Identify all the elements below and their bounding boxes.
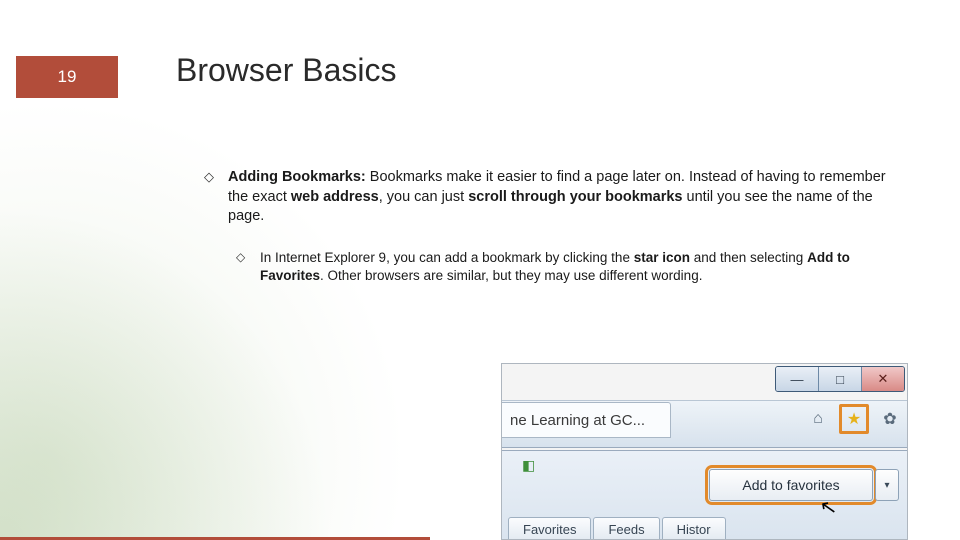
toolbar-icons: ⌂ ★ ✿ [807, 404, 901, 434]
tab-title: ne Learning at GC... [510, 412, 645, 429]
chevron-down-icon: ▾ [884, 480, 889, 491]
favorites-tabstrip: Favorites Feeds Histor [508, 517, 726, 539]
minimize-button[interactable]: — [776, 367, 819, 391]
home-icon[interactable]: ⌂ [807, 408, 829, 430]
close-button[interactable]: ✕ [862, 367, 904, 391]
tab-history[interactable]: Histor [662, 517, 726, 539]
bullet-1-lead: Adding Bookmarks: [228, 169, 366, 185]
pin-icon[interactable]: ◧ [522, 457, 535, 474]
bullet-2-bold-a: star icon [634, 250, 690, 265]
tab-favorites[interactable]: Favorites [508, 517, 591, 539]
tab-feeds[interactable]: Feeds [593, 517, 659, 539]
bullet-1-bold-a: web address [291, 189, 379, 205]
browser-tab[interactable]: ne Learning at GC... [502, 402, 671, 438]
minimize-icon: — [791, 372, 804, 387]
add-to-favorites-button[interactable]: Add to favorites [709, 469, 873, 501]
bullet-level-2: In Internet Explorer 9, you can add a bo… [230, 249, 890, 285]
gear-icon[interactable]: ✿ [879, 408, 901, 430]
add-to-favorites-split[interactable]: ▾ [875, 469, 899, 501]
window-controls: — □ ✕ [775, 366, 905, 392]
favorites-dropdown: ◧ Add to favorites ▾ ↖ Favorites Feeds H… [502, 450, 907, 539]
close-icon: ✕ [878, 371, 889, 387]
bullet-1-text-b: , you can just [379, 189, 468, 205]
page-title: Browser Basics [176, 52, 397, 89]
bullet-2-text-a: In Internet Explorer 9, you can add a bo… [260, 250, 634, 265]
ie9-screenshot: — □ ✕ ne Learning at GC... ⌂ ★ ✿ ◧ Add t… [501, 363, 908, 540]
slide-number: 19 [58, 67, 77, 87]
bullet-1-bold-b: scroll through your bookmarks [468, 189, 682, 205]
body-text: Adding Bookmarks: Bookmarks make it easi… [200, 168, 890, 285]
bullet-2-text-b: and then selecting [690, 250, 807, 265]
bullet-2-text-c: . Other browsers are similar, but they m… [320, 268, 702, 283]
slide-number-badge: 19 [16, 56, 118, 98]
maximize-button[interactable]: □ [819, 367, 862, 391]
maximize-icon: □ [836, 372, 844, 387]
star-icon[interactable]: ★ [839, 404, 869, 434]
add-to-favorites-label: Add to favorites [742, 477, 839, 493]
bullet-level-1: Adding Bookmarks: Bookmarks make it easi… [200, 168, 890, 227]
